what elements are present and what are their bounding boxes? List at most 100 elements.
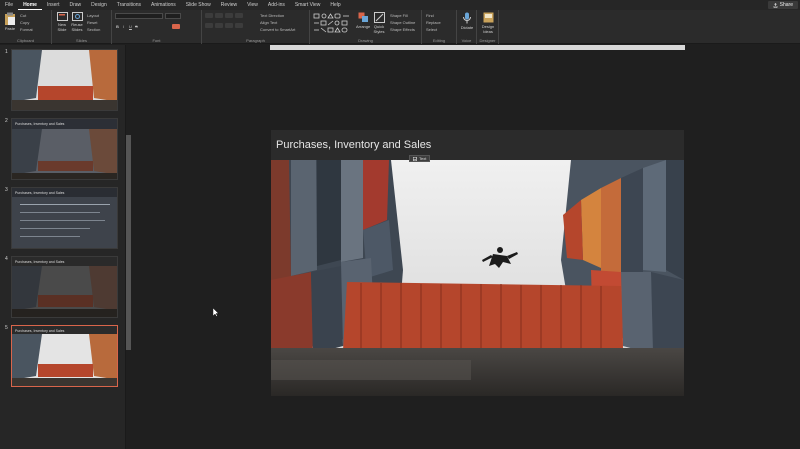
dictate-button[interactable]: Dictate [459, 12, 475, 30]
clipboard-group-label: Clipboard [16, 38, 35, 43]
tab-insert[interactable]: Insert [42, 0, 65, 10]
tab-smart-view[interactable]: Smart View [290, 0, 325, 10]
container-photo [12, 188, 117, 248]
container-photo [12, 50, 117, 110]
voice-group-label: Voice [461, 38, 472, 43]
font-size-select[interactable] [165, 13, 181, 19]
thumbnail-slide-3[interactable]: Purchases, Inventory and Sales [11, 187, 118, 249]
copy-button[interactable]: Copy [20, 20, 29, 25]
tab-file[interactable]: File [0, 0, 18, 10]
decrease-indent-button[interactable] [225, 13, 233, 18]
align-right-button[interactable] [225, 23, 233, 28]
text-direction-button[interactable]: Text Direction [260, 13, 284, 18]
tab-design[interactable]: Design [86, 0, 112, 10]
mouse-cursor-icon [213, 308, 219, 317]
paragraph-group: Text Direction Align Text Convert to Sma… [202, 10, 310, 44]
shape-outline-button[interactable]: Shape Outline [390, 20, 415, 25]
numbering-button[interactable] [215, 13, 223, 18]
align-left-button[interactable] [205, 23, 213, 28]
container-photo [12, 257, 117, 317]
align-text-button[interactable]: Align Text [260, 20, 277, 25]
quick-styles-icon [373, 12, 385, 23]
tab-add-ins[interactable]: Add-ins [263, 0, 290, 10]
select-button[interactable]: Select [426, 27, 437, 32]
thumbnail-number: 1 [5, 49, 8, 55]
ribbon-tab-bar: File Home Insert Draw Design Transitions… [0, 0, 800, 10]
arrange-button[interactable]: Arrange [356, 12, 370, 29]
paste-label: Paste [4, 26, 16, 31]
format-painter-button[interactable]: Format [20, 27, 33, 32]
section-button[interactable]: Section [87, 27, 100, 32]
tab-home[interactable]: Home [18, 0, 42, 10]
share-icon [773, 2, 777, 8]
reset-button[interactable]: Reset [87, 20, 97, 25]
find-button[interactable]: Find [426, 13, 434, 18]
design-ideas-button[interactable]: Design Ideas [479, 12, 497, 34]
design-ideas-label: Design Ideas [481, 24, 495, 34]
drawing-group-label: Drawing [358, 38, 373, 43]
slide-canvas[interactable]: Purchases, Inventory and Sales [271, 130, 684, 396]
underline-button[interactable]: U [129, 24, 132, 29]
tab-slide-show[interactable]: Slide Show [181, 0, 216, 10]
alt-text-badge[interactable]: Text [409, 155, 431, 162]
arrange-icon [358, 12, 368, 22]
font-color-button[interactable] [172, 24, 180, 29]
alt-text-label: Text [419, 156, 427, 161]
font-name-select[interactable] [115, 13, 163, 19]
share-label: Share [779, 2, 793, 8]
share-button[interactable]: Share [767, 1, 798, 9]
thumbnail-slide-1[interactable] [11, 49, 118, 111]
new-slide-label: New Slide [57, 22, 67, 32]
thumbnail-title: Purchases, Inventory and Sales [15, 260, 65, 264]
thumbnail-number: 3 [5, 187, 8, 193]
designer-group-label: Designer [479, 38, 496, 43]
ribbon: Paste Cut Copy Format Clipboard New Slid… [0, 10, 800, 44]
replace-button[interactable]: Replace [426, 20, 441, 25]
align-center-button[interactable] [215, 23, 223, 28]
tab-transitions[interactable]: Transitions [112, 0, 146, 10]
strikethrough-button[interactable]: S [135, 24, 138, 29]
shapes-gallery[interactable] [313, 13, 353, 33]
thumbnail-slide-2[interactable]: Purchases, Inventory and Sales [11, 118, 118, 180]
clipboard-group: Paste Cut Copy Format Clipboard [0, 10, 52, 44]
layout-button[interactable]: Layout [87, 13, 99, 18]
horizontal-ruler [270, 45, 685, 50]
tab-review[interactable]: Review [216, 0, 242, 10]
thumbnail-title: Purchases, Inventory and Sales [15, 122, 65, 126]
increase-indent-button[interactable] [235, 13, 243, 18]
paragraph-group-label: Paragraph [246, 38, 265, 43]
slide-title[interactable]: Purchases, Inventory and Sales [276, 139, 431, 151]
tab-help[interactable]: Help [325, 0, 345, 10]
justify-button[interactable] [235, 23, 243, 28]
reuse-slides-label: Reuse Slides [71, 22, 83, 32]
tab-draw[interactable]: Draw [64, 0, 86, 10]
slides-group-label: Slides [76, 38, 87, 43]
thumbnail-slide-5[interactable]: Purchases, Inventory and Sales [11, 325, 118, 387]
font-group: B I U S Font [112, 10, 202, 44]
new-slide-button[interactable]: New Slide [55, 12, 69, 32]
image-icon [413, 156, 417, 161]
quick-styles-button[interactable]: Quick Styles [372, 12, 386, 34]
paste-button[interactable]: Paste [3, 12, 17, 31]
quick-styles-label: Quick Styles [373, 24, 385, 34]
vertical-ruler [126, 135, 131, 350]
convert-smartart-button[interactable]: Convert to SmartArt [260, 27, 295, 32]
new-slide-icon [56, 12, 68, 21]
cut-button[interactable]: Cut [20, 13, 26, 18]
shape-effects-button[interactable]: Shape Effects [390, 27, 415, 32]
voice-group: Dictate Voice [457, 10, 477, 44]
bullets-button[interactable] [205, 13, 213, 18]
dictate-label: Dictate [460, 25, 474, 30]
italic-button[interactable]: I [123, 24, 124, 29]
thumbnail-number: 4 [5, 256, 8, 262]
thumbnail-slide-4[interactable]: Purchases, Inventory and Sales [11, 256, 118, 318]
container-photo [12, 119, 117, 179]
tab-view[interactable]: View [242, 0, 263, 10]
container-photo[interactable] [271, 160, 684, 396]
bold-button[interactable]: B [116, 24, 119, 29]
shape-fill-button[interactable]: Shape Fill [390, 13, 408, 18]
slide-thumbnail-pane: 1 2 Purchases, Inventory and Sales 3 Pur… [0, 45, 126, 449]
reuse-slides-button[interactable]: Reuse Slides [70, 12, 84, 32]
tab-animations[interactable]: Animations [146, 0, 181, 10]
slides-group: New Slide Reuse Slides Layout Reset Sect… [52, 10, 112, 44]
